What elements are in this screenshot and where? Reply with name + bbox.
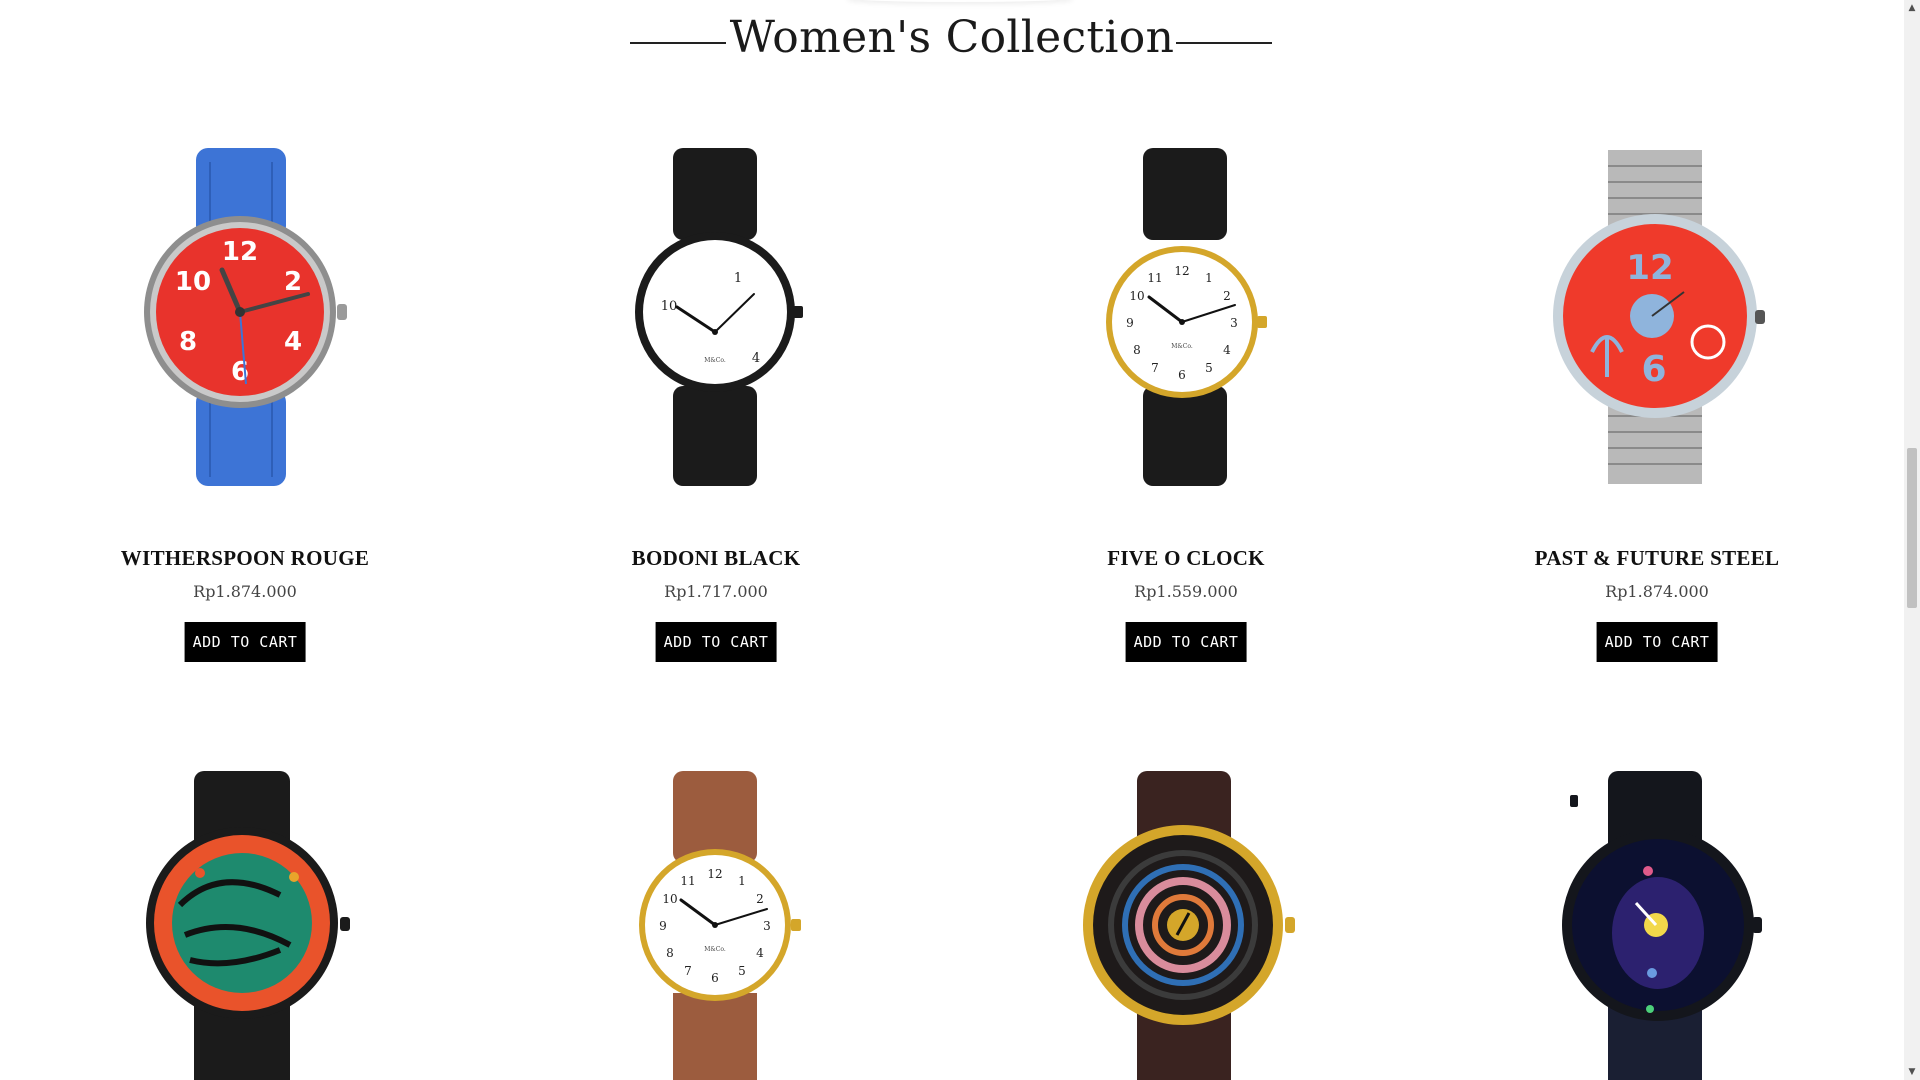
svg-text:5: 5	[1205, 361, 1213, 375]
svg-text:4: 4	[756, 946, 764, 960]
page-scrollbar[interactable]: ▲ ▼	[1904, 0, 1920, 1080]
svg-text:4: 4	[1223, 343, 1231, 357]
svg-text:9: 9	[1126, 316, 1134, 330]
svg-text:1: 1	[734, 271, 742, 286]
svg-text:8: 8	[179, 327, 197, 357]
cosmic-navy-watch-icon	[1562, 771, 1762, 1080]
product-name[interactable]: FIVE O CLOCK	[951, 546, 1421, 571]
scroll-up-icon[interactable]: ▲	[1904, 0, 1920, 16]
svg-text:4: 4	[752, 351, 760, 366]
product-image-link[interactable]	[1422, 745, 1892, 1080]
svg-text:10: 10	[1129, 289, 1144, 303]
product-image-link[interactable]: 1 4 10 M&Co.	[481, 122, 951, 502]
product-name[interactable]: PAST & FUTURE STEEL	[1422, 546, 1892, 571]
svg-text:11: 11	[1147, 271, 1162, 285]
product-name[interactable]: WITHERSPOON ROUGE	[10, 546, 480, 571]
add-to-cart-button[interactable]: ADD TO CART	[1596, 622, 1718, 662]
product-price: Rp1.717.000	[664, 582, 768, 601]
svg-text:10: 10	[661, 299, 678, 314]
heading-divider-right	[1176, 42, 1272, 44]
bodoni-black-watch-icon: 1 4 10 M&Co.	[635, 148, 803, 486]
svg-text:7: 7	[1151, 361, 1159, 375]
svg-text:10: 10	[662, 892, 677, 906]
svg-text:M&Co.: M&Co.	[704, 357, 726, 364]
svg-text:2: 2	[756, 892, 764, 906]
scroll-down-icon[interactable]: ▼	[1904, 1064, 1920, 1080]
add-to-cart-button[interactable]: ADD TO CART	[655, 622, 777, 662]
brown-strap-gold-watch-icon: 12 1 2 3 4 5 6 7 8 9 10 11 M&Co.	[639, 771, 801, 1080]
sticky-header-shadow	[848, 0, 1072, 2]
product-name[interactable]: BODONI BLACK	[481, 546, 951, 571]
product-price: Rp1.874.000	[1605, 582, 1709, 601]
product-image-link[interactable]	[10, 745, 480, 1080]
section-heading: Women's Collection	[0, 10, 1904, 70]
svg-text:M&Co.: M&Co.	[1171, 343, 1193, 350]
product-image-link[interactable]: 12 2 4 6 8 10	[10, 122, 480, 502]
page: Women's Collection 12 2 4 6 8 10 WITHERS…	[0, 0, 1904, 1080]
svg-text:9: 9	[659, 919, 667, 933]
scrollbar-thumb[interactable]	[1907, 448, 1917, 608]
svg-text:6: 6	[1178, 368, 1186, 382]
svg-text:4: 4	[284, 327, 302, 357]
add-to-cart-button[interactable]: ADD TO CART	[184, 622, 306, 662]
svg-text:12: 12	[1174, 264, 1189, 278]
five-o-clock-watch-icon: 12 1 2 3 4 5 6 7 8 9 10 11 M&Co.	[1106, 148, 1267, 486]
product-price: Rp1.559.000	[1134, 582, 1238, 601]
svg-text:2: 2	[284, 267, 302, 297]
svg-text:M&Co.: M&Co.	[704, 946, 726, 953]
svg-text:5: 5	[738, 964, 746, 978]
product-image-link[interactable]	[951, 745, 1421, 1080]
svg-text:10: 10	[175, 267, 211, 297]
svg-text:11: 11	[680, 874, 695, 888]
svg-text:8: 8	[1133, 343, 1141, 357]
svg-text:3: 3	[763, 919, 771, 933]
tribal-orange-watch-icon	[146, 771, 350, 1080]
section-title: Women's Collection	[729, 12, 1175, 63]
witherspoon-rouge-watch-icon: 12 2 4 6 8 10	[144, 148, 347, 486]
product-image-link[interactable]: 12 1 2 3 4 5 6 7 8 9 10 11 M&Co.	[951, 122, 1421, 502]
concentric-gold-watch-icon	[1083, 771, 1295, 1080]
svg-text:2: 2	[1223, 289, 1231, 303]
svg-text:6: 6	[711, 971, 719, 985]
svg-text:12: 12	[1626, 248, 1673, 288]
add-to-cart-button[interactable]: ADD TO CART	[1125, 622, 1247, 662]
product-image-link[interactable]: 12 1 2 3 4 5 6 7 8 9 10 11 M&Co.	[481, 745, 951, 1080]
svg-text:3: 3	[1230, 316, 1238, 330]
svg-text:6: 6	[1641, 349, 1666, 390]
svg-text:8: 8	[666, 946, 674, 960]
svg-text:1: 1	[738, 874, 746, 888]
svg-text:12: 12	[707, 867, 722, 881]
svg-text:7: 7	[684, 964, 692, 978]
past-future-steel-watch-icon: 12 6	[1553, 150, 1765, 484]
product-price: Rp1.874.000	[193, 582, 297, 601]
svg-text:1: 1	[1205, 271, 1213, 285]
product-image-link[interactable]: 12 6	[1422, 122, 1892, 502]
svg-text:12: 12	[222, 237, 258, 267]
